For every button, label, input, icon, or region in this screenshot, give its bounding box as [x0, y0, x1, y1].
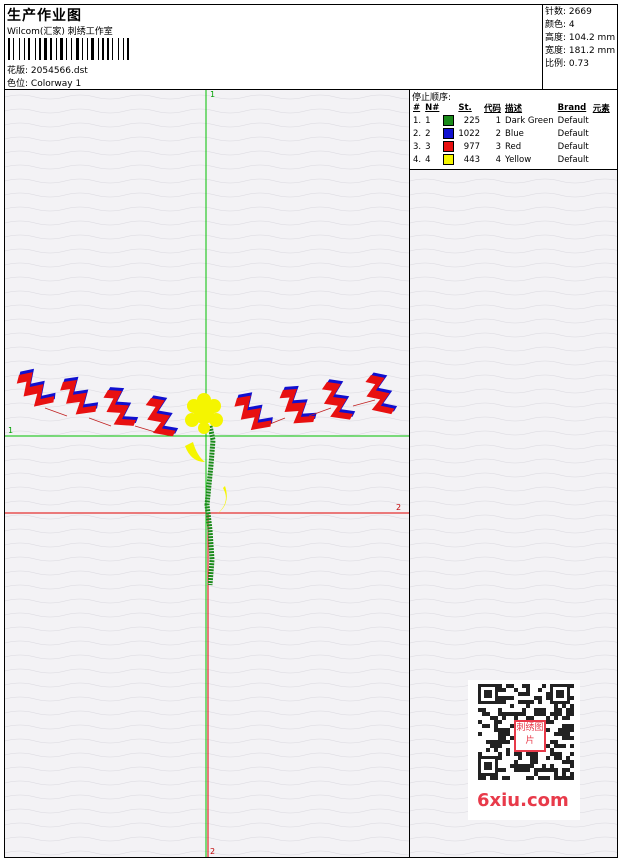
sequence-table: # N# St. 代码 描述 Brand 元素 1. 1 225 1 Dark Gree…: [411, 102, 612, 166]
row-index: 1.: [413, 115, 422, 126]
zigzag-motif: [234, 392, 273, 431]
jump-thread: [88, 417, 112, 427]
stat-height: 高度: 104.2 mm: [545, 32, 617, 45]
zigzag-motif: [60, 376, 99, 415]
leaf-left: [185, 442, 205, 462]
stat-label: 颜色:: [545, 20, 567, 30]
axis-label-bottom: 2: [210, 847, 216, 856]
stat-scale: 比例: 0.73: [545, 58, 617, 71]
row-swatch: [441, 153, 456, 166]
stat-label: 宽度:: [545, 46, 567, 56]
col-index: #: [413, 103, 421, 113]
row-swatch: [441, 114, 456, 127]
sequence-row: 1. 1 225 1 Dark Green Default: [411, 114, 612, 127]
sequence-header-row: # N# St. 代码 描述 Brand 元素: [411, 102, 612, 114]
stats-panel: 针数: 2669 颜色: 4 高度: 104.2 mm 宽度: 181.2 mm…: [542, 5, 617, 89]
row-brand: Default: [557, 128, 589, 139]
row-index: 3.: [413, 141, 422, 152]
header-panel: 生产作业图 Wilcom(汇家) 刺绣工作室 花版: 2054566.dst 色…: [5, 5, 617, 90]
stat-value: 181.2 mm: [568, 46, 616, 56]
row-stitches: 225: [463, 115, 481, 126]
row-description: Red: [505, 141, 522, 152]
jump-thread: [352, 399, 376, 407]
zigzag-motif: [103, 387, 139, 426]
design-label: 花版:: [7, 66, 29, 76]
row-code: 3: [495, 141, 502, 152]
colorway-row: 色位: Colorway 1: [7, 76, 81, 89]
row-number: 3: [425, 141, 431, 152]
color-swatch: [443, 141, 455, 152]
row-brand: Default: [557, 115, 589, 126]
stat-value: 0.73: [568, 59, 589, 69]
stat-stitches: 针数: 2669: [545, 6, 617, 19]
colorway-label: 色位:: [7, 79, 29, 89]
stat-value: 104.2 mm: [568, 33, 616, 43]
barcode: [8, 38, 144, 60]
row-brand: Default: [557, 141, 589, 152]
leaf-right: [217, 486, 227, 514]
stat-value: 4: [568, 20, 575, 30]
axis-label-h2: 2: [396, 503, 402, 512]
axis-label-top: 1: [210, 90, 216, 99]
zigzag-motif: [16, 368, 56, 407]
row-number: 4: [425, 154, 431, 165]
color-swatch: [443, 154, 455, 165]
watermark-logo: 6xiu.com: [477, 790, 569, 811]
stat-colors: 颜色: 4: [545, 19, 617, 32]
col-description: 描述: [505, 104, 523, 114]
stat-label: 比例:: [545, 59, 567, 69]
design-file: 2054566.dst: [30, 66, 88, 76]
embroidery-preview: [5, 90, 409, 857]
row-description: Dark Green: [505, 115, 554, 126]
row-swatch: [441, 127, 456, 140]
sequence-row: 4. 4 443 4 Yellow Default: [411, 153, 612, 166]
page-title: 生产作业图: [7, 8, 82, 24]
color-swatch: [443, 128, 455, 139]
stat-label: 高度:: [545, 33, 567, 43]
design-canvas: 1 2 1 2: [5, 90, 410, 857]
axis-label-h1: 1: [8, 426, 14, 435]
row-description: Blue: [505, 128, 524, 139]
row-code: 4: [495, 154, 502, 165]
sequence-row: 3. 3 977 3 Red Default: [411, 140, 612, 153]
row-code: 1: [495, 115, 502, 126]
jump-thread: [134, 425, 156, 433]
stat-width: 宽度: 181.2 mm: [545, 45, 617, 58]
row-index: 2.: [413, 128, 422, 139]
colorway-value: Colorway 1: [30, 79, 82, 89]
row-index: 4.: [413, 154, 422, 165]
stat-label: 针数:: [545, 7, 567, 17]
col-number: N#: [425, 103, 440, 113]
col-code: 代码: [484, 104, 502, 114]
col-brand: Brand: [557, 103, 587, 113]
flower: [185, 393, 223, 434]
col-swatch: [441, 102, 456, 114]
row-stitches: 977: [463, 141, 481, 152]
col-element: 元素: [592, 104, 610, 114]
color-swatch: [443, 115, 455, 126]
zigzag-motif: [321, 379, 356, 420]
zigzag-motif: [145, 395, 179, 437]
row-stitches: 443: [463, 154, 481, 165]
col-stitches: St.: [458, 103, 472, 113]
header-info: 生产作业图 Wilcom(汇家) 刺绣工作室 花版: 2054566.dst 色…: [5, 5, 541, 89]
jump-thread: [44, 407, 68, 417]
zigzag-motif: [365, 372, 398, 415]
design-file-row: 花版: 2054566.dst: [7, 63, 88, 76]
stop-sequence-panel: 停止顺序: # N# St. 代码 描述 Brand 元素 1. 1 225 1 Dar…: [410, 90, 617, 170]
jump-thread: [308, 407, 332, 417]
studio-subtitle: Wilcom(汇家) 刺绣工作室: [7, 27, 113, 37]
row-description: Yellow: [505, 154, 532, 165]
stat-value: 2669: [568, 7, 592, 17]
row-number: 2: [425, 128, 431, 139]
row-code: 2: [495, 128, 502, 139]
row-number: 1: [425, 115, 431, 126]
watermark-stamp: 刺绣图片: [514, 720, 546, 752]
row-brand: Default: [557, 154, 589, 165]
sequence-row: 2. 2 1022 2 Blue Default: [411, 127, 612, 140]
row-swatch: [441, 140, 456, 153]
row-stitches: 1022: [458, 128, 481, 139]
